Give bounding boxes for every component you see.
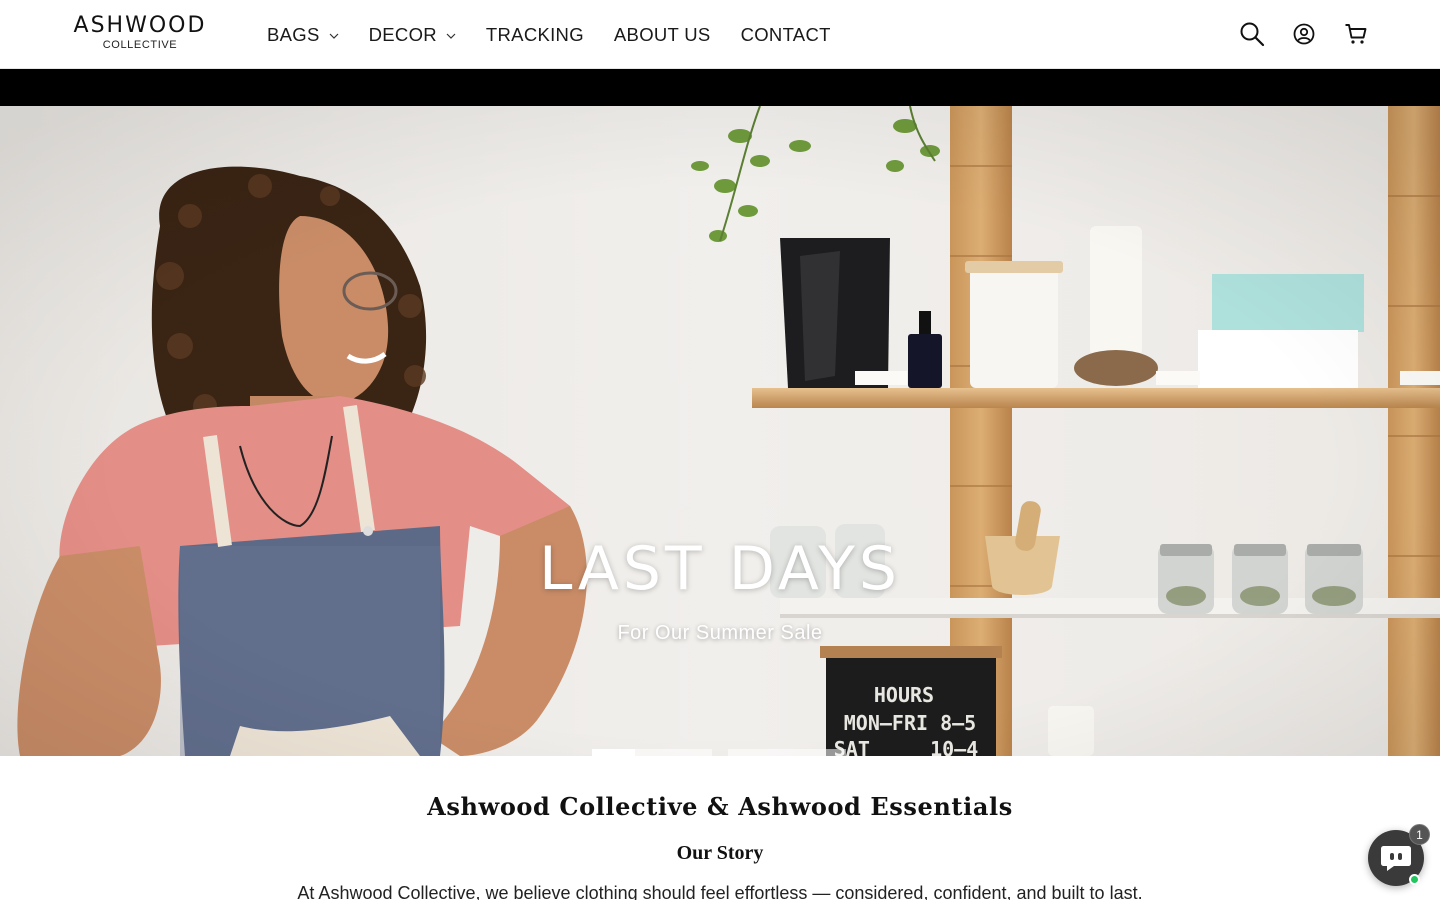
story-subheading: Our Story xyxy=(676,842,764,864)
nav-item-label: ABOUT US xyxy=(613,24,711,45)
nav-item-contact[interactable]: CONTACT xyxy=(741,22,831,48)
hero-image: HOURS MON—FRI 8—5 SAT 10—4 xyxy=(0,106,1440,756)
nav-item-label: DECOR xyxy=(368,24,437,45)
hero-title: LAST DAYS xyxy=(539,534,901,604)
search-button[interactable] xyxy=(1238,20,1266,48)
chevron-down-icon xyxy=(446,33,456,39)
chat-bot-icon xyxy=(1381,846,1411,871)
slide-dot-1[interactable] xyxy=(592,749,635,756)
nav-item-about-us[interactable]: ABOUT US xyxy=(614,22,711,48)
story-body: At Ashwood Collective, we believe clothi… xyxy=(297,883,1143,900)
account-icon xyxy=(1293,23,1315,45)
cart-icon xyxy=(1345,24,1367,44)
online-status-dot xyxy=(1409,874,1420,885)
nav-item-label: CONTACT xyxy=(740,24,831,45)
letterboard-line-2: MON—FRI 8—5 xyxy=(844,711,976,735)
story-heading: Ashwood Collective & Ashwood Essentials xyxy=(427,792,1013,821)
brand-logo[interactable]: ASHWOOD COLLECTIVE xyxy=(72,15,208,51)
brand-tagline: COLLECTIVE xyxy=(102,39,178,51)
slide-dot-3[interactable] xyxy=(728,749,846,756)
main-nav: BAGS DECOR TRACKING ABOUT US CONTACT xyxy=(267,22,861,48)
nav-item-decor[interactable]: DECOR xyxy=(369,22,456,48)
nav-item-bags[interactable]: BAGS xyxy=(267,22,339,48)
chat-notification-badge: 1 xyxy=(1409,824,1430,845)
nav-item-label: BAGS xyxy=(267,24,320,45)
announcement-bar xyxy=(0,69,1440,106)
brand-name: ASHWOOD xyxy=(73,13,207,38)
account-button[interactable] xyxy=(1290,20,1318,48)
site-header: ASHWOOD COLLECTIVE BAGS DECOR TRACKING A… xyxy=(0,0,1440,69)
hero-subtitle: For Our Summer Sale xyxy=(617,622,823,644)
hero-banner[interactable]: HOURS MON—FRI 8—5 SAT 10—4 xyxy=(0,106,1440,756)
slideshow-pagination xyxy=(592,749,862,756)
nav-item-tracking[interactable]: TRACKING xyxy=(486,22,584,48)
cart-button[interactable] xyxy=(1342,20,1370,48)
letterboard-line-1: HOURS xyxy=(874,683,934,707)
nav-item-label: TRACKING xyxy=(485,24,584,45)
chevron-down-icon xyxy=(329,33,339,39)
search-icon xyxy=(1240,22,1265,47)
slide-dot-2[interactable] xyxy=(635,749,712,756)
header-actions xyxy=(1214,20,1370,48)
